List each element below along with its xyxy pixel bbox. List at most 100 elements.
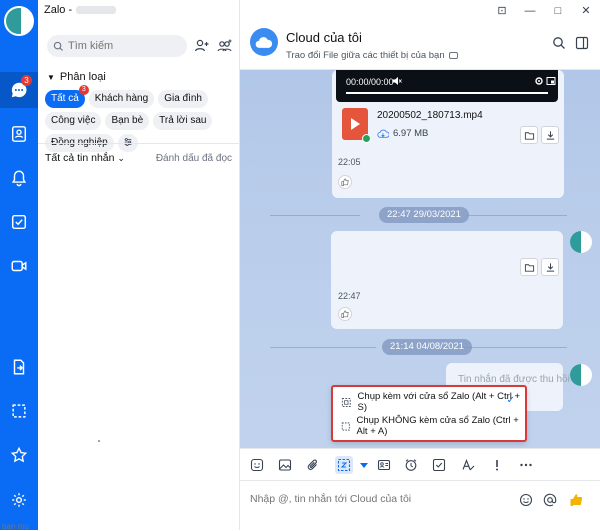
sticker-icon [250, 458, 264, 472]
user-avatar[interactable] [570, 231, 592, 253]
nav-favorites[interactable] [0, 437, 38, 473]
checkbox-icon [11, 214, 27, 230]
play-icon [351, 118, 360, 130]
tag-icon[interactable] [448, 51, 458, 59]
urgent-button[interactable] [488, 456, 506, 474]
image-icon [278, 459, 292, 471]
nav-settings[interactable] [0, 482, 38, 518]
download-button[interactable] [541, 126, 559, 144]
divider [38, 143, 240, 144]
chat-subtitle-text: Trao đổi File giữa các thiết bị của bạn [286, 50, 445, 61]
cloud-avatar [250, 28, 278, 56]
nav-notifications[interactable] [0, 160, 38, 196]
open-folder-button[interactable] [520, 258, 538, 276]
more-button[interactable] [517, 456, 535, 474]
message-input[interactable] [250, 493, 510, 505]
maximize-icon[interactable]: □ [551, 4, 565, 18]
minimize-icon[interactable]: — [523, 4, 537, 18]
nav-messages[interactable]: 3 [0, 72, 38, 108]
composer-toolbar [240, 448, 600, 480]
open-folder-button[interactable] [520, 126, 538, 144]
file-export-icon [13, 359, 25, 375]
chevron-down-icon[interactable] [360, 463, 368, 468]
chip-family[interactable]: Gia đình [158, 90, 208, 108]
nav-todo[interactable] [0, 204, 38, 240]
attach-button[interactable] [304, 456, 322, 474]
mark-read-link[interactable]: Đánh dấu đã đọc [156, 153, 232, 164]
separator-line [270, 347, 376, 348]
check-icon [362, 134, 371, 143]
file-size: 6.97 MB [393, 128, 429, 139]
download-icon [546, 262, 554, 272]
fullscreen-icon[interactable] [546, 76, 556, 86]
sticker-button[interactable] [248, 456, 266, 474]
like-button[interactable] [338, 175, 352, 189]
chip-all[interactable]: Tất cả 3 [45, 85, 89, 108]
message-time: 22:47 [338, 291, 361, 301]
window-title-text: Zalo - [44, 4, 73, 16]
folder-icon [524, 131, 534, 140]
all-messages-dropdown[interactable]: Tất cả tin nhắn ⌄ [45, 152, 125, 164]
user-avatar[interactable] [570, 364, 592, 386]
add-friend-icon[interactable] [194, 38, 210, 54]
chip-label: Tất cả [51, 93, 79, 104]
task-button[interactable] [430, 456, 448, 474]
reminder-button[interactable] [402, 456, 420, 474]
chip-reply-later[interactable]: Trả lời sau [153, 112, 213, 130]
chat-subtitle: Trao đổi File giữa các thiết bị của bạn [286, 50, 458, 61]
capture-without-window-item[interactable]: Chụp KHÔNG kèm cửa sổ Zalo (Ctrl + Alt +… [341, 415, 525, 437]
gear-icon[interactable] [534, 76, 544, 86]
emoji-icon [519, 493, 533, 507]
nav-transfer[interactable] [0, 349, 38, 385]
close-icon[interactable]: ✕ [579, 4, 593, 18]
search-box[interactable] [47, 35, 187, 57]
folder-icon [524, 263, 534, 272]
date-separator: 22:47 29/03/2021 [379, 207, 469, 223]
emoji-button[interactable] [518, 492, 534, 508]
menu-item-label: Chụp kèm với cửa sổ Zalo (Alt + Ctrl + S… [357, 391, 521, 413]
alarm-clock-icon [405, 459, 417, 471]
video-progress-bar[interactable] [346, 92, 548, 94]
search-icon [53, 41, 63, 51]
capture-menu: Chụp kèm với cửa sổ Zalo (Alt + Ctrl + S… [331, 385, 527, 442]
screenshot-button[interactable] [335, 456, 353, 474]
message-bubble[interactable] [331, 231, 563, 329]
check-icon: ✓ [506, 395, 515, 406]
nav-screenshot[interactable] [0, 393, 38, 429]
search-icon[interactable] [552, 36, 566, 50]
video-player[interactable]: 00:00/00:00 [336, 70, 558, 102]
chip-customers[interactable]: Khách hàng [88, 90, 155, 108]
nav-video[interactable] [0, 248, 38, 284]
pin-icon[interactable]: ⊡ [495, 4, 509, 18]
mention-button[interactable] [542, 492, 558, 508]
download-button[interactable] [541, 258, 559, 276]
file-name[interactable]: 20200502_180713.mp4 [377, 110, 483, 121]
classify-label: Phân loại [59, 71, 106, 83]
image-button[interactable] [276, 456, 294, 474]
send-like-button[interactable] [568, 492, 584, 508]
classify-toggle[interactable]: ▼ Phân loại [47, 71, 106, 83]
unread-badge: 3 [21, 75, 32, 86]
user-avatar[interactable] [4, 6, 34, 36]
download-icon [546, 130, 554, 140]
contact-card-button[interactable] [375, 456, 393, 474]
thumbs-up-icon [570, 494, 583, 506]
add-group-icon[interactable] [217, 38, 233, 54]
like-button[interactable] [338, 307, 352, 321]
chip-work[interactable]: Công việc [45, 112, 102, 130]
date-separator: 21:14 04/08/2021 [382, 339, 472, 355]
capture-with-window-item[interactable]: Chụp kèm với cửa sổ Zalo (Alt + Ctrl + S… [341, 391, 525, 413]
sidebar-toggle-icon[interactable] [575, 36, 589, 50]
caret-down-icon: ▼ [47, 72, 55, 82]
format-text-button[interactable] [459, 456, 477, 474]
checkbox-icon [432, 458, 446, 472]
separator-line [270, 215, 360, 216]
chip-friends[interactable]: Bạn bè [105, 112, 150, 130]
composer [240, 480, 600, 530]
nav-contacts[interactable] [0, 116, 38, 152]
search-input[interactable] [68, 40, 178, 52]
contacts-icon [11, 126, 27, 142]
zalo-app: 3 Zalo - Tìm kiếm ▼ Phân loại Tất cả 3 K… [0, 0, 600, 531]
mute-icon[interactable] [392, 76, 402, 86]
video-time: 00:00/00:00 [346, 77, 394, 87]
